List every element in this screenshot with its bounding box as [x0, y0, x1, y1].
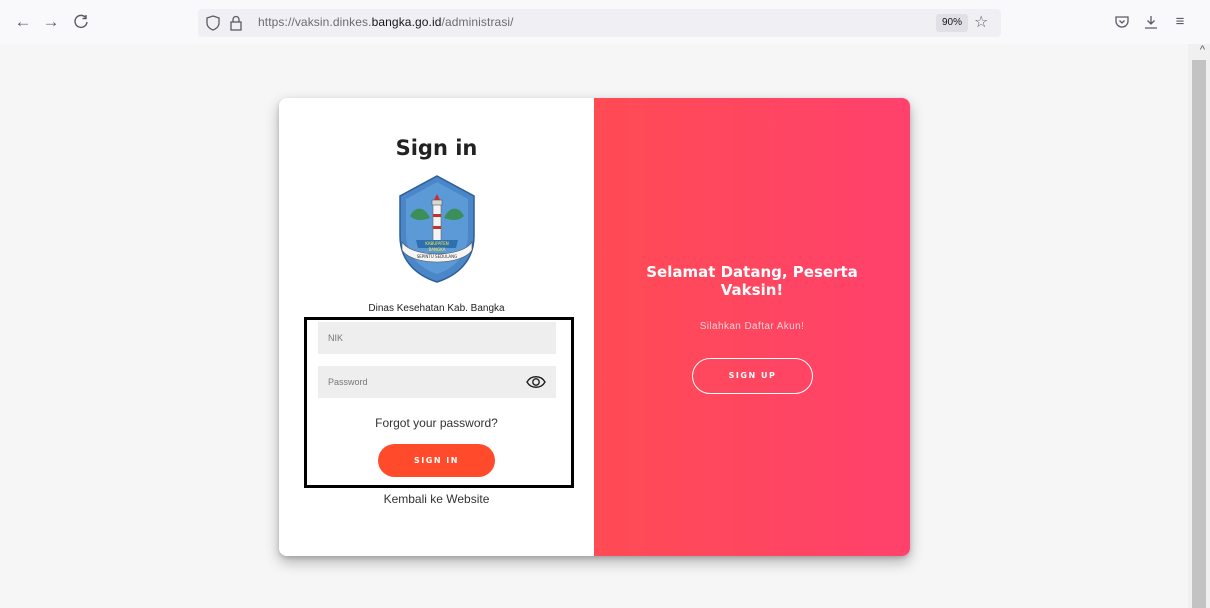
url-domain: bangka.go.id: [371, 15, 442, 29]
sign-in-title: Sign in: [395, 136, 478, 160]
scrollbar[interactable]: ^: [1188, 44, 1210, 608]
url-path: /administrasi/: [441, 15, 514, 29]
zoom-indicator[interactable]: 90%: [936, 14, 969, 32]
scroll-thumb[interactable]: [1192, 60, 1206, 608]
sign-up-button[interactable]: SIGN UP: [692, 358, 813, 394]
url-text[interactable]: https://vaksin.dinkes.bangka.go.id/admin…: [258, 15, 514, 29]
menu-icon[interactable]: ≡: [1169, 11, 1191, 33]
browser-toolbar: ← → https://vaksin.dinkes.bangka.go.id/a…: [0, 0, 1210, 44]
lock-icon[interactable]: [226, 13, 246, 33]
welcome-heading: Selamat Datang, Peserta Vaksin!: [646, 263, 858, 299]
kabupaten-bangka-logo: KABUPATEN BANGKA SEPINTU SEDULANG: [399, 175, 475, 283]
address-bar[interactable]: https://vaksin.dinkes.bangka.go.id/admin…: [198, 9, 1001, 37]
back-to-website-link[interactable]: Kembali ke Website: [279, 492, 594, 506]
svg-text:KABUPATEN: KABUPATEN: [425, 241, 449, 246]
welcome-panel: Selamat Datang, Peserta Vaksin! Silahkan…: [594, 98, 910, 556]
forward-arrow-icon[interactable]: →: [40, 12, 62, 32]
welcome-subtext: Silahkan Daftar Akun!: [699, 321, 805, 332]
organization-name: Dinas Kesehatan Kab. Bangka: [368, 303, 505, 314]
url-prefix: https://vaksin.dinkes.: [258, 15, 372, 29]
highlight-rectangle: [304, 317, 574, 488]
scroll-up-arrow-icon[interactable]: ^: [1200, 44, 1205, 56]
pocket-icon[interactable]: [1111, 11, 1133, 33]
svg-text:BANGKA: BANGKA: [429, 247, 446, 252]
reload-icon[interactable]: [70, 12, 92, 32]
shield-icon[interactable]: [203, 13, 223, 33]
back-arrow-icon[interactable]: ←: [12, 12, 34, 32]
star-icon[interactable]: ☆: [974, 12, 988, 32]
svg-text:SEPINTU SEDULANG: SEPINTU SEDULANG: [417, 254, 458, 259]
download-icon[interactable]: [1140, 11, 1162, 33]
